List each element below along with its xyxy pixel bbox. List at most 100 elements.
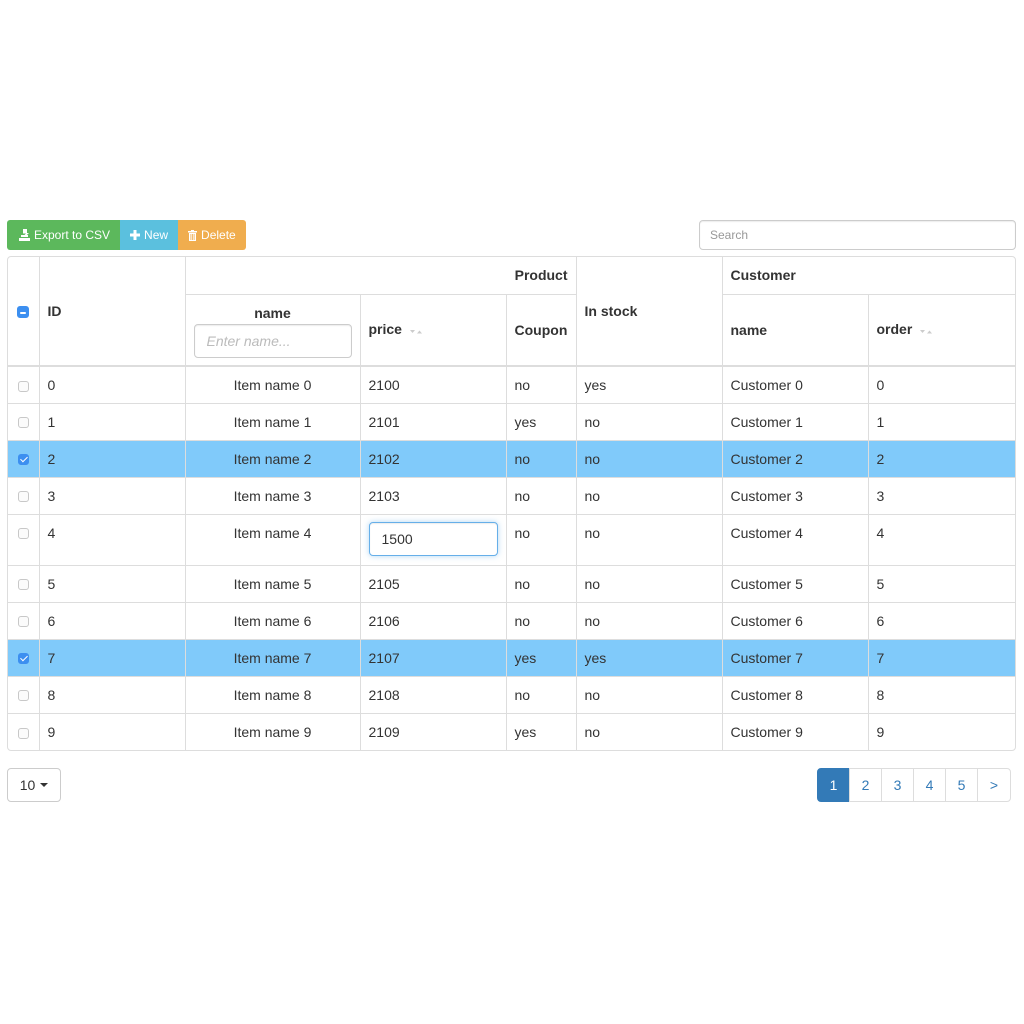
table-row[interactable]: 1 Item name 1 2101 yes no Customer 11 bbox=[8, 402, 1015, 441]
order-cell[interactable]: 8 bbox=[867, 675, 1015, 714]
order-header[interactable]: order bbox=[867, 293, 1015, 367]
row-checkbox[interactable] bbox=[17, 690, 29, 702]
order-cell[interactable]: 1 bbox=[867, 402, 1015, 441]
customer-name-cell[interactable]: Customer 7 bbox=[721, 638, 869, 677]
new-button[interactable]: New bbox=[120, 220, 179, 250]
order-cell[interactable]: 7 bbox=[867, 638, 1015, 677]
customer-name-cell[interactable]: Customer 8 bbox=[721, 675, 869, 714]
page-button-3[interactable]: 3 bbox=[881, 768, 914, 802]
customer-name-cell[interactable]: Customer 0 bbox=[721, 365, 869, 404]
price-cell[interactable]: 2107 bbox=[359, 638, 507, 677]
item-name-cell[interactable]: Item name 2 bbox=[184, 439, 361, 478]
id-cell[interactable]: 1 bbox=[38, 402, 186, 441]
export-csv-button[interactable]: Export to CSV bbox=[7, 220, 121, 250]
order-cell[interactable]: 4 bbox=[867, 513, 1015, 566]
row-checkbox[interactable] bbox=[17, 380, 29, 392]
table-row[interactable]: 0 Item name 0 2100 no yes Customer 00 bbox=[8, 365, 1015, 404]
coupon-cell[interactable]: no bbox=[505, 439, 577, 478]
id-cell[interactable]: 0 bbox=[38, 365, 186, 404]
coupon-cell[interactable]: no bbox=[505, 675, 577, 714]
item-name-cell[interactable]: Item name 0 bbox=[184, 365, 361, 404]
order-cell[interactable]: 6 bbox=[867, 601, 1015, 640]
page-button-4[interactable]: 4 bbox=[913, 768, 946, 802]
table-row[interactable]: 3 Item name 3 2103 no no Customer 33 bbox=[8, 476, 1015, 515]
id-cell[interactable]: 9 bbox=[38, 712, 186, 750]
item-name-cell[interactable]: Item name 3 bbox=[184, 476, 361, 515]
customer-name-cell[interactable]: Customer 9 bbox=[721, 712, 869, 750]
id-cell[interactable]: 6 bbox=[38, 601, 186, 640]
order-cell[interactable]: 2 bbox=[867, 439, 1015, 478]
next-page-button[interactable]: > bbox=[977, 768, 1011, 802]
in-stock-cell[interactable]: no bbox=[575, 402, 723, 441]
row-checkbox[interactable] bbox=[17, 727, 29, 739]
item-name-cell[interactable]: Item name 1 bbox=[184, 402, 361, 441]
coupon-cell[interactable]: no bbox=[505, 513, 577, 566]
table-row[interactable]: 8 Item name 8 2108 no no Customer 88 bbox=[8, 675, 1015, 714]
customer-name-cell[interactable]: Customer 6 bbox=[721, 601, 869, 640]
in-stock-cell[interactable]: yes bbox=[575, 638, 723, 677]
price-header[interactable]: price bbox=[359, 293, 507, 367]
in-stock-cell[interactable]: no bbox=[575, 439, 723, 478]
id-cell[interactable]: 4 bbox=[38, 513, 186, 566]
id-cell[interactable]: 5 bbox=[38, 564, 186, 603]
price-cell[interactable]: 2106 bbox=[359, 601, 507, 640]
item-name-cell[interactable]: Item name 4 bbox=[184, 513, 361, 566]
order-cell[interactable]: 3 bbox=[867, 476, 1015, 515]
page-button-1[interactable]: 1 bbox=[817, 768, 850, 802]
item-name-cell[interactable]: Item name 8 bbox=[184, 675, 361, 714]
coupon-header[interactable]: Coupon bbox=[505, 293, 577, 367]
id-cell[interactable]: 2 bbox=[38, 439, 186, 478]
coupon-cell[interactable]: no bbox=[505, 601, 577, 640]
price-cell[interactable]: 2102 bbox=[359, 439, 507, 478]
in-stock-header[interactable]: In stock bbox=[575, 257, 723, 367]
item-name-cell[interactable]: Item name 7 bbox=[184, 638, 361, 677]
name-header-label[interactable]: name bbox=[194, 305, 352, 321]
id-cell[interactable]: 3 bbox=[38, 476, 186, 515]
id-cell[interactable]: 7 bbox=[38, 638, 186, 677]
item-name-cell[interactable]: Item name 5 bbox=[184, 564, 361, 603]
price-cell[interactable]: 2103 bbox=[359, 476, 507, 515]
price-cell[interactable]: 2108 bbox=[359, 675, 507, 714]
table-row[interactable]: 4Item name 4nonoCustomer 44 bbox=[8, 513, 1015, 566]
coupon-cell[interactable]: no bbox=[505, 564, 577, 603]
table-row[interactable]: 9 Item name 9 2109 yes no Customer 99 bbox=[8, 712, 1015, 750]
row-checkbox[interactable] bbox=[17, 528, 29, 540]
row-checkbox[interactable] bbox=[17, 491, 29, 503]
id-header[interactable]: ID bbox=[38, 257, 186, 367]
coupon-cell[interactable]: yes bbox=[505, 402, 577, 441]
search-input[interactable] bbox=[699, 220, 1016, 250]
in-stock-cell[interactable]: no bbox=[575, 476, 723, 515]
customer-name-cell[interactable]: Customer 4 bbox=[721, 513, 869, 566]
price-cell[interactable]: 2105 bbox=[359, 564, 507, 603]
in-stock-cell[interactable]: no bbox=[575, 675, 723, 714]
order-cell[interactable]: 9 bbox=[867, 712, 1015, 750]
id-cell[interactable]: 8 bbox=[38, 675, 186, 714]
delete-button[interactable]: Delete bbox=[178, 220, 246, 250]
row-checkbox[interactable] bbox=[17, 454, 29, 466]
page-button-5[interactable]: 5 bbox=[945, 768, 978, 802]
order-cell[interactable]: 5 bbox=[867, 564, 1015, 603]
name-filter-input[interactable] bbox=[193, 324, 352, 359]
table-row[interactable]: 7 Item name 7 2107 yes yes Customer 77 bbox=[8, 638, 1015, 677]
coupon-cell[interactable]: yes bbox=[505, 712, 577, 750]
in-stock-cell[interactable]: no bbox=[575, 601, 723, 640]
in-stock-cell[interactable]: no bbox=[575, 712, 723, 750]
item-name-cell[interactable]: Item name 6 bbox=[184, 601, 361, 640]
coupon-cell[interactable]: no bbox=[505, 476, 577, 515]
row-checkbox[interactable] bbox=[17, 653, 29, 665]
row-checkbox[interactable] bbox=[17, 417, 29, 429]
in-stock-cell[interactable]: no bbox=[575, 564, 723, 603]
price-cell[interactable]: 2101 bbox=[359, 402, 507, 441]
page-size-dropdown[interactable]: 10 bbox=[7, 768, 61, 802]
coupon-cell[interactable]: no bbox=[505, 365, 577, 404]
price-cell[interactable]: 2109 bbox=[359, 712, 507, 750]
price-cell[interactable] bbox=[359, 513, 507, 566]
in-stock-cell[interactable]: no bbox=[575, 513, 723, 566]
customer-name-cell[interactable]: Customer 1 bbox=[721, 402, 869, 441]
customer-name-cell[interactable]: Customer 5 bbox=[721, 564, 869, 603]
price-edit-input[interactable] bbox=[368, 521, 498, 556]
item-name-cell[interactable]: Item name 9 bbox=[184, 712, 361, 750]
row-checkbox[interactable] bbox=[17, 579, 29, 591]
in-stock-cell[interactable]: yes bbox=[575, 365, 723, 404]
row-checkbox[interactable] bbox=[17, 616, 29, 628]
